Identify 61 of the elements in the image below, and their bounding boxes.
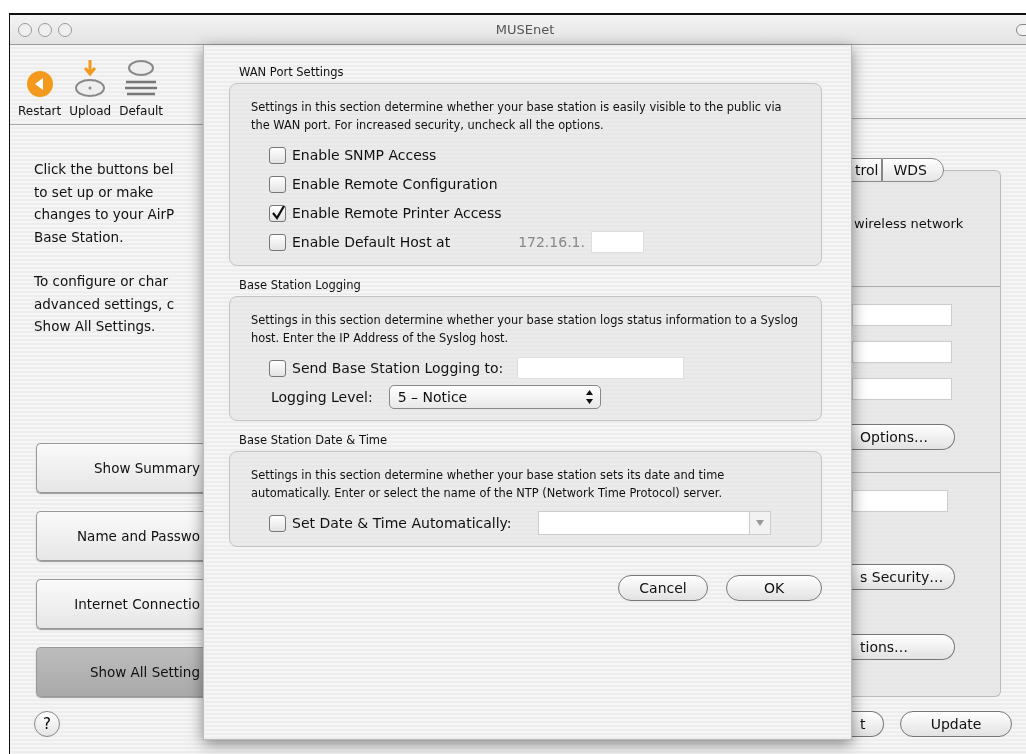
checkbox-label: Enable Remote Printer Access: [292, 205, 502, 221]
checkbox-label: Enable Remote Configuration: [292, 176, 498, 192]
ip-field[interactable]: [590, 231, 644, 253]
checkbox-label: Enable Default Host at: [292, 234, 451, 250]
sheet-button[interactable]: Cancel: [618, 575, 708, 601]
checkbox-label: Enable SNMP Access: [292, 147, 437, 163]
ip-prefix: 172.16.1.: [518, 234, 585, 250]
checkbox[interactable]: [269, 204, 286, 222]
checkbox[interactable]: [269, 146, 286, 164]
section-title: Base Station Logging: [239, 278, 362, 292]
sheet-button[interactable]: OK: [726, 575, 822, 601]
panel-button[interactable]: Options…: [852, 424, 955, 450]
intro-text: changes to your AirP: [34, 205, 176, 224]
ntp-server-combo[interactable]: [537, 511, 771, 535]
toolbar-button[interactable]: Upload: [69, 58, 112, 118]
dropdown-arrow-icon: [755, 520, 764, 526]
toolbar-button[interactable]: Default: [119, 58, 164, 118]
nav-button[interactable]: Show All Setting: [36, 646, 203, 697]
intro-text: to set up or make: [34, 182, 155, 202]
update-button[interactable]: Update: [900, 711, 1012, 737]
intro-text: Base Station.: [34, 227, 125, 247]
window-title: MUSEnet: [495, 22, 556, 37]
close-button[interactable]: [18, 22, 32, 37]
checkbox-label: Set Date & Time Automatically:: [292, 515, 512, 531]
zoom-button[interactable]: [58, 22, 72, 37]
text-field[interactable]: [852, 378, 952, 400]
checkbox[interactable]: [269, 359, 286, 377]
panel-button[interactable]: tions…: [852, 634, 955, 660]
text-field[interactable]: [852, 341, 952, 363]
section-description: Settings in this section determine whether your base station logs status information to a Syslog host. Enter the IP Address of the Syslog host.: [251, 312, 799, 347]
nav-button[interactable]: Show Summary: [36, 442, 203, 493]
upload-icon: [73, 58, 108, 98]
panel-description: wireless network: [854, 216, 965, 231]
tab[interactable]: trol: [852, 158, 883, 182]
restart-icon: [25, 70, 54, 98]
section-title: Base Station Date & Time: [239, 433, 389, 447]
section-description: Settings in this section determine whether your base station is easily visible to the public via the WAN port. For increased security, uncheck all the options.: [251, 99, 783, 134]
intro-text: Show All Settings.: [34, 317, 157, 336]
text-field[interactable]: [852, 490, 948, 512]
intro-text: Click the buttons bel: [34, 160, 175, 179]
panel-button[interactable]: s Security…: [852, 564, 955, 590]
text-field[interactable]: [852, 304, 952, 326]
field-label: Logging Level:: [271, 389, 373, 405]
toolbar-button[interactable]: Restart: [18, 70, 62, 118]
syslog-host-field[interactable]: [517, 357, 685, 379]
checkbox-label: Send Base Station Logging to:: [292, 360, 504, 376]
nav-button[interactable]: Name and Passwo: [36, 510, 203, 561]
section-description: Settings in this section determine whether your base station sets its date and time automatically. Enter or select the name of the NTP (Network Time Protocol) server.: [251, 467, 726, 502]
tab[interactable]: WDS: [882, 158, 944, 182]
stepper-icon: [584, 389, 594, 405]
checkbox[interactable]: [269, 514, 286, 532]
intro-text: advanced settings, c: [34, 294, 176, 314]
section-title: WAN Port Settings: [239, 65, 345, 79]
revert-button[interactable]: t: [852, 711, 884, 737]
minimize-button[interactable]: [38, 22, 52, 37]
help-button[interactable]: ?: [34, 710, 60, 737]
checkbox[interactable]: [269, 233, 286, 251]
nav-button[interactable]: Internet Connectio: [36, 578, 203, 629]
intro-text: To configure or char: [34, 272, 170, 291]
checkbox[interactable]: [269, 175, 286, 193]
logging-level-popup[interactable]: 5 – Notice: [388, 385, 601, 409]
